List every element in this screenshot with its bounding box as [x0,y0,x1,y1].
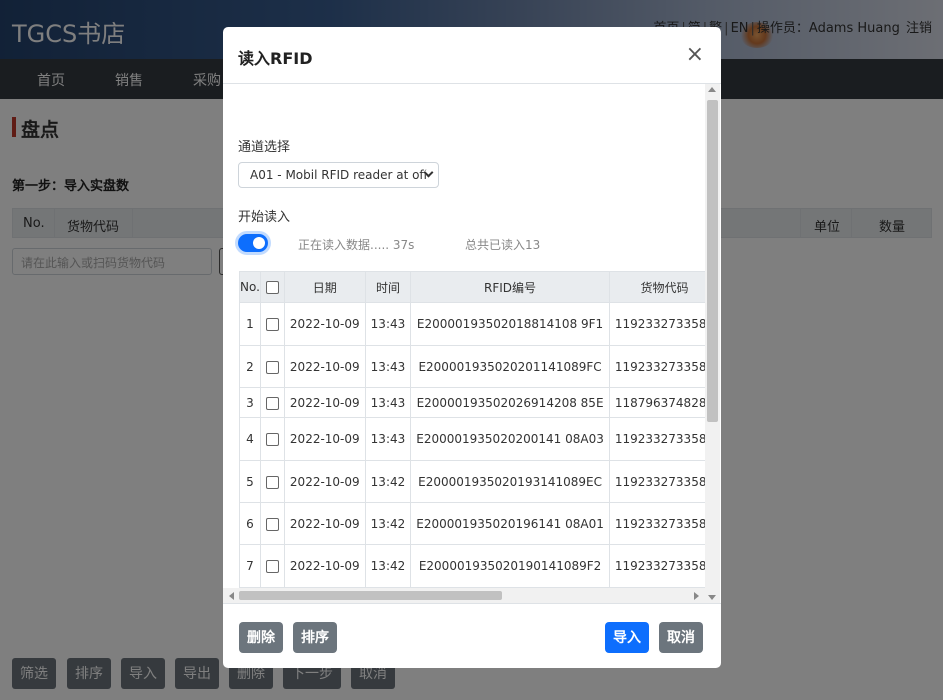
col-select-all [259,271,285,303]
cell-checkbox [259,502,285,545]
col-date: 日期 [283,271,366,303]
cell-rfid: E200001935020193141089EC [410,460,610,503]
row-checkbox[interactable] [265,318,279,331]
sort-button[interactable]: 排序 [293,622,337,653]
select-all-checkbox[interactable] [265,281,279,294]
cell-goods-code: 1192332733582 [608,544,705,588]
total-read-count: 总共已读入13 [465,238,541,252]
vertical-scroll-thumb[interactable] [707,100,718,422]
row-checkbox[interactable] [265,517,279,531]
import-button[interactable]: 导入 [605,622,649,653]
cell-checkbox [259,387,285,418]
col-goods-code: 货物代码 [608,271,705,303]
cell-no: 7 [239,544,261,588]
cell-no: 4 [239,417,261,461]
cell-goods-code: 1192332733582 [608,302,705,346]
col-no: No. [239,271,261,303]
start-read-label: 开始读入 [238,210,291,225]
reading-status: 正在读入数据..... 37s [298,238,415,252]
col-rfid: RFID编号 [410,271,610,303]
col-time: 时间 [364,271,412,303]
horizontal-scrollbar[interactable] [223,588,705,603]
cell-time: 13:42 [364,502,412,545]
table-row[interactable]: 2 2022-10-09 13:43 E200001935020201141089FC… [239,345,705,388]
cell-date: 2022-10-09 [283,544,366,588]
cell-no: 6 [239,502,261,545]
table-row[interactable]: 1 2022-10-09 13:43 E20000193502018814108 9F… [239,302,705,346]
cell-date: 2022-10-09 [283,302,366,346]
scroll-up-icon[interactable] [708,87,716,92]
row-checkbox[interactable] [265,360,279,374]
cell-goods-code: 1192332733582 [608,460,705,503]
cell-goods-code: 1192332733582 [608,417,705,461]
table-row[interactable]: 4 2022-10-09 13:43 E200001935020200141 08A0… [239,417,705,461]
channel-select-value: A01 - Mobil RFID reader at off [250,168,428,182]
cell-rfid: E200001935020190141089F2 [410,544,610,588]
scroll-down-icon[interactable] [708,595,716,600]
cell-goods-code: 1187963748285 [608,387,705,418]
cell-time: 13:43 [364,345,412,388]
cancel-button[interactable]: 取消 [659,622,703,653]
rfid-modal: 读入RFID × 通道选择 A01 - Mobil RFID reader at… [223,27,721,668]
cell-rfid: E200001935020200141 08A03 [410,417,610,461]
cell-rfid: E20000193502026914208 85E [410,387,610,418]
row-checkbox[interactable] [265,396,279,410]
cell-time: 13:42 [364,544,412,588]
cell-rfid: E200001935020201141089FC [410,345,610,388]
cell-rfid: E20000193502018814108 9F1 [410,302,610,346]
cell-time: 13:43 [364,417,412,461]
horizontal-scroll-thumb[interactable] [239,591,502,600]
vertical-scrollbar[interactable] [705,84,720,603]
cell-no: 5 [239,460,261,503]
table-row[interactable]: 3 2022-10-09 13:43 E20000193502026914208 85… [239,387,705,418]
close-icon[interactable]: × [686,44,704,66]
row-checkbox[interactable] [265,560,279,573]
modal-footer: 删除 排序 导入 取消 [223,603,721,668]
cell-checkbox [259,460,285,503]
cell-time: 13:43 [364,302,412,346]
delete-button[interactable]: 删除 [239,622,283,653]
rfid-table: No. 日期 时间 RFID编号 货物代码 1 2022-10-09 13:43 E2… [239,271,705,588]
table-row[interactable]: 6 2022-10-09 13:42 E200001935020196141 08A0… [239,502,705,545]
cell-checkbox [259,417,285,461]
cell-date: 2022-10-09 [283,460,366,503]
modal-body: 通道选择 A01 - Mobil RFID reader at off 开始读入… [223,84,721,603]
cell-checkbox [259,345,285,388]
cell-date: 2022-10-09 [283,417,366,461]
rfid-table-header-row: No. 日期 时间 RFID编号 货物代码 [239,271,705,303]
cell-date: 2022-10-09 [283,502,366,545]
cell-date: 2022-10-09 [283,387,366,418]
channel-label: 通道选择 [238,140,291,155]
cell-no: 3 [239,387,261,418]
table-row[interactable]: 7 2022-10-09 13:42 E200001935020190141089F2… [239,544,705,588]
cell-no: 2 [239,345,261,388]
cell-time: 13:42 [364,460,412,503]
start-read-toggle[interactable] [238,234,268,252]
cell-no: 1 [239,302,261,346]
rfid-table-container[interactable]: No. 日期 时间 RFID编号 货物代码 1 2022-10-09 13:43 E2… [239,271,705,588]
cell-checkbox [259,302,285,346]
toggle-knob [253,237,265,249]
cell-goods-code: 1192332733582 [608,345,705,388]
scroll-left-icon[interactable] [229,592,234,600]
row-checkbox[interactable] [265,475,279,489]
cell-rfid: E200001935020196141 08A01 [410,502,610,545]
scroll-right-icon[interactable] [694,592,699,600]
cell-time: 13:43 [364,387,412,418]
row-checkbox[interactable] [265,433,279,446]
channel-select[interactable]: A01 - Mobil RFID reader at off [238,162,439,188]
modal-header: 读入RFID × [223,27,721,84]
modal-title: 读入RFID [238,49,313,68]
table-row[interactable]: 5 2022-10-09 13:42 E200001935020193141089EC… [239,460,705,503]
cell-goods-code: 1192332733582 [608,502,705,545]
cell-date: 2022-10-09 [283,345,366,388]
cell-checkbox [259,544,285,588]
